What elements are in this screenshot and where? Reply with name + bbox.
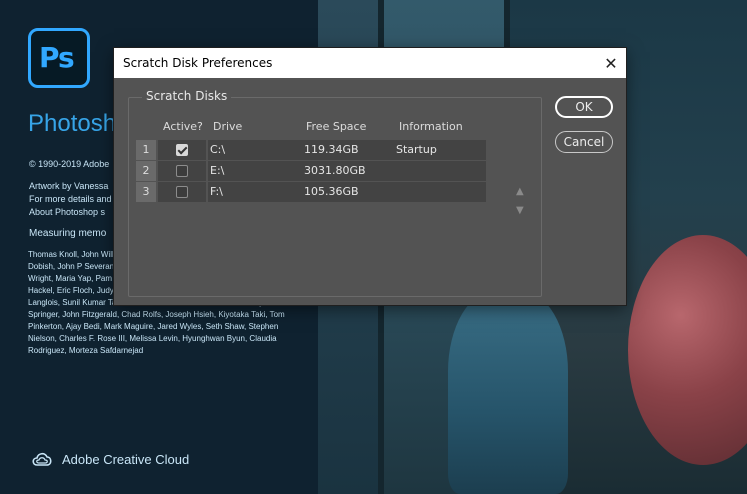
photoshop-logo: Ps xyxy=(28,28,90,88)
information-cell: Startup xyxy=(394,140,486,160)
close-button[interactable]: ✕ xyxy=(596,48,626,78)
artwork-figure xyxy=(448,290,568,494)
artwork-ball xyxy=(628,235,747,465)
column-header-active: Active? xyxy=(163,120,203,133)
free-space-cell: 3031.80GB xyxy=(302,161,394,181)
copyright-text: © 1990-2019 Adobe xyxy=(29,159,110,169)
drive-cell: E:\ xyxy=(208,161,302,181)
information-cell xyxy=(394,182,486,202)
artwork-credit: Artwork by Vanessa For more details and … xyxy=(29,180,112,219)
scratch-disks-label: Scratch Disks xyxy=(142,89,232,103)
active-checkbox[interactable] xyxy=(176,165,188,177)
active-cell xyxy=(158,182,206,202)
row-number: 1 xyxy=(136,140,156,160)
drive-cell: F:\ xyxy=(208,182,302,202)
row-number: 3 xyxy=(136,182,156,202)
column-header-drive: Drive xyxy=(213,120,243,133)
information-cell xyxy=(394,161,486,181)
artwork-line: Artwork by Vanessa xyxy=(29,181,109,191)
free-space-cell: 105.36GB xyxy=(302,182,394,202)
dialog-titlebar: Scratch Disk Preferences ✕ xyxy=(114,48,626,78)
active-checkbox[interactable] xyxy=(176,186,188,198)
artwork-line: For more details and xyxy=(29,194,112,204)
drive-cell: C:\ xyxy=(208,140,302,160)
active-cell xyxy=(158,140,206,160)
column-header-information: Information xyxy=(399,120,463,133)
close-icon: ✕ xyxy=(604,53,618,73)
dialog-title: Scratch Disk Preferences xyxy=(123,56,273,70)
cancel-button[interactable]: Cancel xyxy=(555,131,613,153)
move-up-icon[interactable]: ▲ xyxy=(516,186,524,197)
scratch-disk-dialog: Scratch Disk Preferences ✕ Scratch Disks… xyxy=(114,48,626,305)
ok-button[interactable]: OK xyxy=(555,96,613,118)
row-number: 2 xyxy=(136,161,156,181)
artwork-line: About Photoshop s xyxy=(29,207,106,217)
active-cell xyxy=(158,161,206,181)
column-header-free-space: Free Space xyxy=(306,120,367,133)
move-down-icon[interactable]: ▼ xyxy=(516,205,524,216)
active-checkbox[interactable] xyxy=(176,144,188,156)
measuring-text: Measuring memo xyxy=(29,228,107,239)
creative-cloud-label: Adobe Creative Cloud xyxy=(30,450,189,468)
free-space-cell: 119.34GB xyxy=(302,140,394,160)
creative-cloud-icon xyxy=(32,452,52,466)
